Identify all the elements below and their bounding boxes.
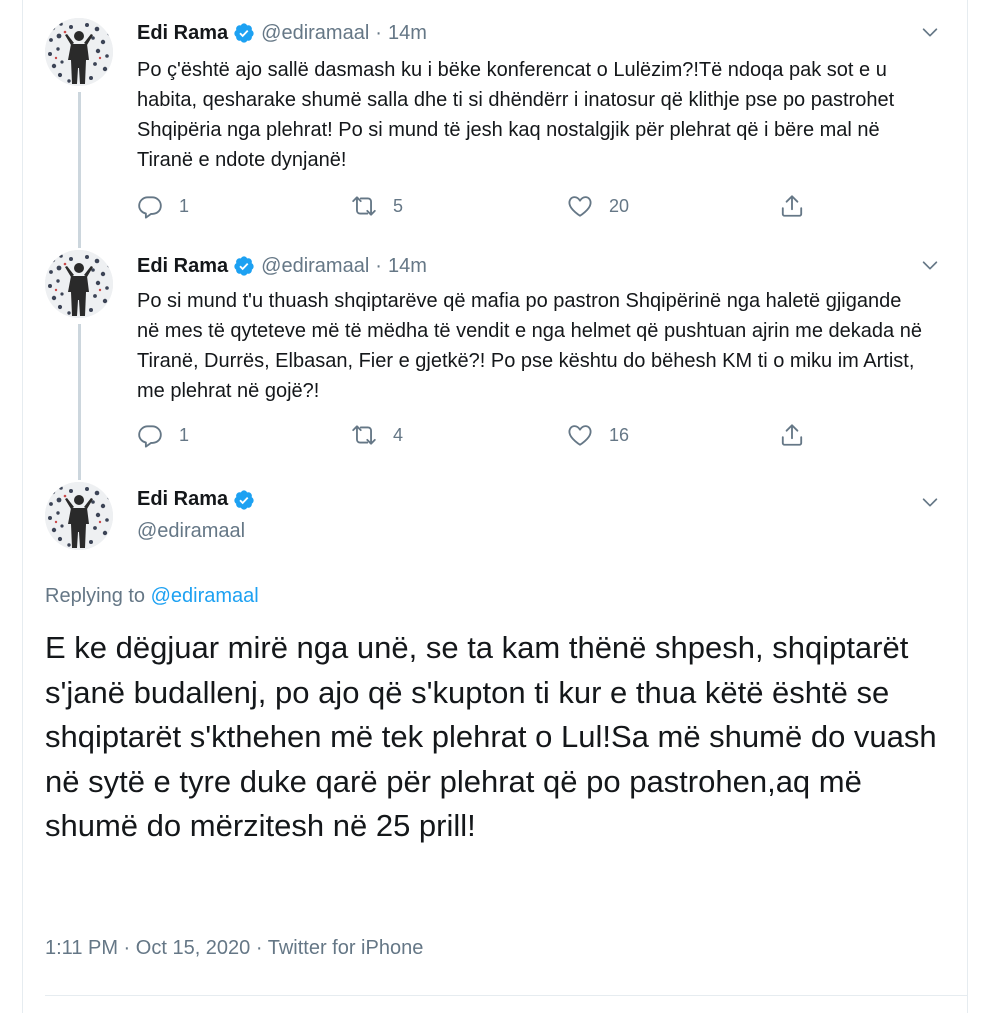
tweet-text: Po ç'është ajo sallë dasmash ku i bëke k… — [137, 59, 895, 171]
tweet-time[interactable]: 14m — [388, 255, 427, 278]
chevron-down-icon[interactable] — [919, 491, 941, 513]
main-tweet-text: E ke dëgjuar mirë nga unë, se ta kam thë… — [45, 630, 937, 843]
tweet-header: Edi Rama @ediramaal · 14m — [137, 17, 427, 49]
tweet-header: Edi Rama @ediramaal · 14m — [137, 250, 427, 282]
chevron-down-icon[interactable] — [919, 21, 941, 43]
thread-line — [78, 238, 81, 248]
retweet-button[interactable]: 4 — [351, 420, 403, 450]
main-author: Edi Rama — [137, 488, 255, 511]
separator-dot: · — [375, 254, 382, 277]
share-icon — [779, 422, 805, 448]
tweet-actions: 1 4 16 — [137, 420, 817, 450]
like-icon — [567, 193, 593, 219]
author-name[interactable]: Edi Rama — [137, 22, 228, 45]
like-count: 16 — [609, 424, 630, 445]
retweet-icon — [351, 193, 377, 219]
tweet-time[interactable]: 14m — [388, 22, 427, 45]
tweet-1[interactable]: Edi Rama @ediramaal · 14m Po ç'është ajo… — [23, 0, 967, 240]
retweet-count: 4 — [393, 424, 404, 445]
tweet-2[interactable]: Edi Rama @ediramaal · 14m Po si mund t'u… — [23, 238, 967, 474]
verified-badge-icon — [233, 489, 255, 511]
thread-line — [78, 324, 81, 474]
retweet-icon — [351, 422, 377, 448]
like-count: 20 — [609, 195, 630, 216]
thread-line — [78, 92, 81, 240]
share-icon — [779, 193, 805, 219]
author-name[interactable]: Edi Rama — [137, 488, 228, 511]
author-handle[interactable]: @ediramaal — [261, 22, 369, 45]
share-button[interactable] — [779, 191, 805, 221]
divider — [45, 995, 968, 996]
verified-badge-icon — [233, 255, 255, 277]
tweet-text: Po si mund t'u thuash shqiptarëve që maf… — [137, 290, 922, 402]
reply-count: 1 — [179, 424, 190, 445]
chevron-down-icon[interactable] — [919, 254, 941, 276]
verified-badge-icon — [233, 22, 255, 44]
reply-button[interactable]: 1 — [137, 420, 189, 450]
reply-icon — [137, 422, 163, 448]
author-handle[interactable]: @ediramaal — [137, 520, 245, 543]
share-button[interactable] — [779, 420, 805, 450]
avatar[interactable] — [45, 18, 113, 86]
thread-line — [78, 470, 81, 480]
avatar[interactable] — [45, 482, 113, 550]
reply-count: 1 — [179, 195, 190, 216]
replying-to-link[interactable]: @ediramaal — [151, 585, 259, 607]
replying-to: Replying to @ediramaal — [45, 585, 259, 608]
avatar[interactable] — [45, 250, 113, 318]
reply-icon — [137, 193, 163, 219]
like-button[interactable]: 16 — [567, 420, 629, 450]
author-handle[interactable]: @ediramaal — [261, 255, 369, 278]
reply-button[interactable]: 1 — [137, 191, 189, 221]
like-button[interactable]: 20 — [567, 191, 629, 221]
tweet-timestamp[interactable]: 1:11 PM · Oct 15, 2020 · Twitter for iPh… — [45, 937, 423, 960]
retweet-count: 5 — [393, 195, 404, 216]
separator-dot: · — [375, 21, 382, 44]
retweet-button[interactable]: 5 — [351, 191, 403, 221]
like-icon — [567, 422, 593, 448]
tweet-actions: 1 5 20 — [137, 191, 817, 221]
replying-prefix: Replying to — [45, 585, 146, 607]
author-name[interactable]: Edi Rama — [137, 255, 228, 278]
